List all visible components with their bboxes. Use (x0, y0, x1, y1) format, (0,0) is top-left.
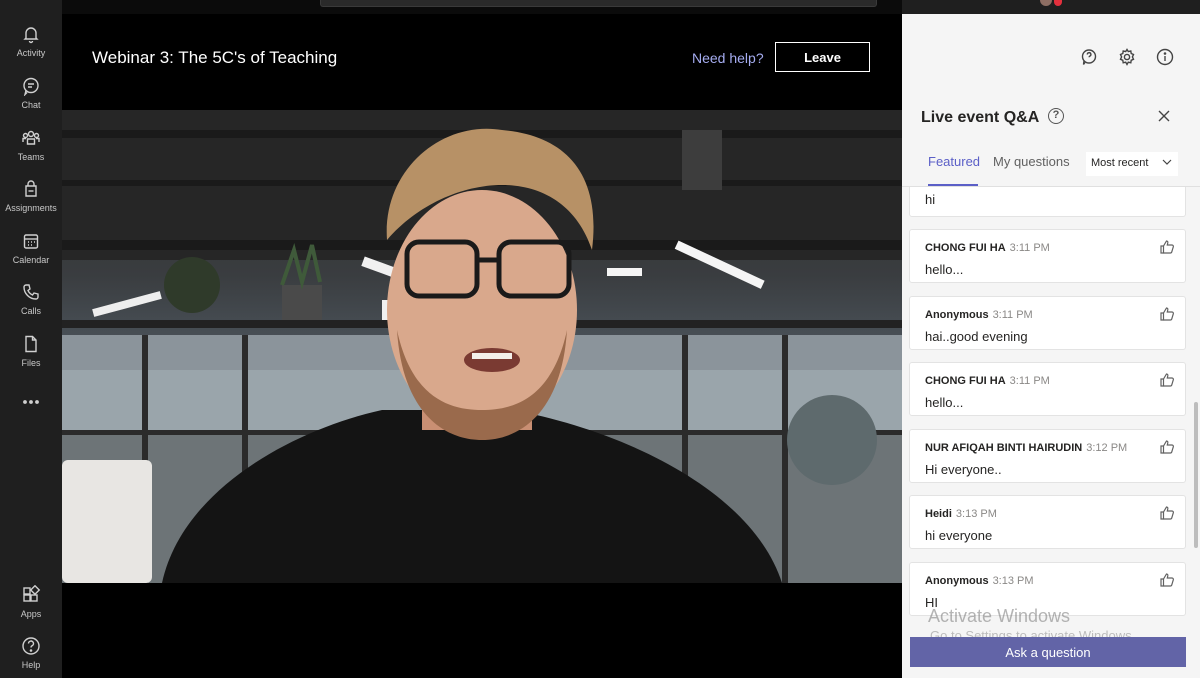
rail-item-activity[interactable]: Activity (0, 24, 62, 72)
question-text: hello... (925, 262, 964, 277)
rail-item-calls[interactable]: Calls (0, 282, 62, 330)
question-time: 3:11 PM (1009, 375, 1050, 387)
apps-icon (23, 585, 41, 602)
rail-item-teams[interactable]: Teams (0, 128, 62, 176)
question-card: NUR AFIQAH BINTI HAIRUDIN 3:12 PM Hi ever… (909, 429, 1186, 483)
app-rail: Activity Chat Teams Assignments Calendar… (0, 0, 62, 678)
question-time: 3:11 PM (992, 309, 1033, 321)
calendar-icon (23, 234, 39, 249)
help-icon (22, 637, 40, 655)
rail-label: Files (21, 358, 41, 368)
tab-my-questions[interactable]: My questions (993, 154, 1070, 169)
qa-title: Live event Q&A (921, 109, 1040, 126)
rail-label: Chat (21, 100, 41, 110)
sort-dropdown-value: Most recent (1091, 157, 1149, 169)
question-author: Anonymous 3:11 PM (925, 309, 1033, 321)
question-card: CHONG FUI HA 3:11 PM hello... (909, 229, 1186, 283)
question-author: NUR AFIQAH BINTI HAIRUDIN 3:12 PM (925, 442, 1128, 454)
rail-label: Calls (20, 306, 41, 316)
question-help-icon[interactable]: ? (1048, 108, 1064, 124)
chevron-down-icon (1162, 159, 1172, 165)
question-author: CHONG FUI HA 3:11 PM (925, 242, 1050, 254)
bell-icon (23, 27, 39, 44)
qa-panel: Live event Q&A ? Featured My questions M… (902, 14, 1200, 678)
rail-label: Help (21, 660, 41, 670)
like-icon[interactable] (1159, 572, 1175, 588)
close-icon[interactable] (1156, 108, 1172, 124)
question-text: hi (925, 192, 936, 207)
leave-button[interactable]: Leave (775, 42, 870, 72)
like-icon[interactable] (1159, 239, 1175, 255)
question-card: hi (909, 187, 1186, 217)
question-time: 3:12 PM (1086, 442, 1128, 454)
ask-question-button[interactable]: Ask a question (910, 637, 1186, 667)
like-icon[interactable] (1159, 505, 1175, 521)
rail-item-more[interactable] (0, 392, 62, 412)
tab-featured[interactable]: Featured (928, 154, 980, 169)
question-card: Anonymous 3:11 PM hai..good evening (909, 296, 1186, 350)
rail-label: Apps (20, 609, 42, 619)
like-icon[interactable] (1159, 306, 1175, 322)
gear-icon[interactable] (1118, 48, 1136, 66)
info-icon[interactable] (1156, 48, 1174, 66)
presenter-video-frame (62, 110, 902, 583)
question-card: CHONG FUI HA 3:11 PM hello... (909, 362, 1186, 416)
teams-icon (22, 130, 40, 145)
video-feed (62, 110, 902, 583)
question-card: Heidi 3:13 PM hi everyone (909, 495, 1186, 549)
rail-label: Assignments (5, 203, 57, 213)
rail-label: Activity (16, 48, 46, 58)
question-author: CHONG FUI HA 3:11 PM (925, 375, 1050, 387)
phone-icon (23, 284, 39, 300)
qa-chat-icon[interactable] (1080, 48, 1098, 66)
question-text: hai..good evening (925, 329, 1028, 344)
assignments-icon (25, 180, 37, 197)
question-author: Anonymous 3:13 PM (925, 575, 1034, 587)
sort-dropdown[interactable]: Most recent (1086, 152, 1178, 176)
search-input[interactable] (320, 0, 877, 7)
rail-item-help[interactable]: Help (0, 636, 62, 678)
scrollbar[interactable] (1194, 402, 1198, 548)
question-text: hi everyone (925, 528, 993, 543)
rail-label: Calendar (12, 255, 50, 265)
rail-item-assignments[interactable]: Assignments (0, 179, 62, 227)
teams-live-event-window: Activity Chat Teams Assignments Calendar… (0, 0, 1200, 678)
question-author: Heidi 3:13 PM (925, 508, 997, 520)
rail-item-apps[interactable]: Apps (0, 585, 62, 633)
like-icon[interactable] (1159, 372, 1175, 388)
question-list[interactable]: hi CHONG FUI HA 3:11 PM hello... Anonymou… (902, 187, 1200, 627)
more-icon (23, 400, 39, 404)
event-stage: Webinar 3: The 5C's of Teaching Need hel… (62, 14, 902, 678)
question-time: 3:13 PM (955, 508, 997, 520)
file-icon (25, 335, 37, 353)
rail-item-files[interactable]: Files (0, 334, 62, 382)
question-time: 3:11 PM (1009, 242, 1050, 254)
like-icon[interactable] (1159, 439, 1175, 455)
rail-item-calendar[interactable]: Calendar (0, 231, 62, 279)
rail-item-chat[interactable]: Chat (0, 76, 62, 124)
need-help-link[interactable]: Need help? (692, 50, 764, 66)
question-text: hello... (925, 395, 964, 410)
question-time: 3:13 PM (992, 575, 1034, 587)
chat-icon (23, 77, 39, 96)
question-text: Hi everyone.. (925, 462, 1002, 477)
rail-label: Teams (17, 152, 45, 162)
activate-windows-watermark: Activate Windows (928, 606, 1071, 626)
page-title: Webinar 3: The 5C's of Teaching (92, 48, 338, 67)
